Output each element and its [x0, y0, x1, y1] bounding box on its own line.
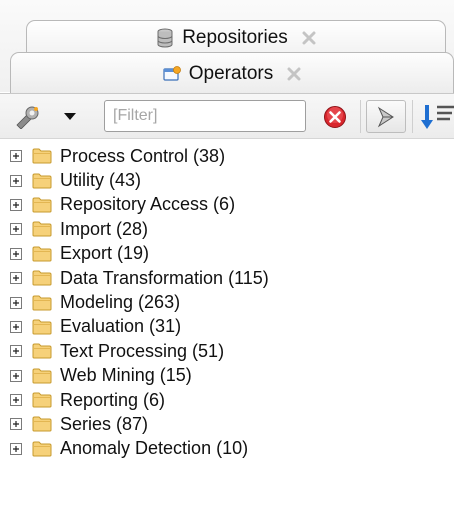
folder-icon: [32, 221, 52, 237]
folder-icon: [32, 319, 52, 335]
tree-row[interactable]: Repository Access (6): [0, 193, 454, 217]
expand-toggle-icon[interactable]: [10, 442, 22, 455]
expand-toggle-icon[interactable]: [10, 418, 22, 431]
folder-icon: [32, 416, 52, 432]
tree-row-label: Repository Access (6): [60, 194, 236, 215]
tree-row[interactable]: Anomaly Detection (10): [0, 437, 454, 461]
folder-icon: [32, 246, 52, 262]
expand-toggle-icon[interactable]: [10, 345, 22, 358]
expand-toggle-icon[interactable]: [10, 320, 22, 333]
expand-toggle-icon[interactable]: [10, 198, 22, 211]
tree-row-label: Series (87): [60, 413, 149, 434]
tree-row-label: Text Processing (51): [60, 340, 225, 361]
expand-toggle-icon[interactable]: [10, 247, 22, 260]
tree-row-label: Reporting (6): [60, 389, 166, 410]
folder-icon: [32, 270, 52, 286]
expand-toggle-icon[interactable]: [10, 174, 22, 187]
tree-row[interactable]: Series (87): [0, 412, 454, 436]
tree-row[interactable]: Evaluation (31): [0, 315, 454, 339]
tree-row[interactable]: Web Mining (15): [0, 364, 454, 388]
operator-tree: Process Control (38) Utility (43) Reposi…: [0, 144, 454, 461]
toolbar-separator: [412, 100, 413, 133]
folder-icon: [32, 392, 52, 408]
tree-row-label: Process Control (38): [60, 145, 226, 166]
folder-icon: [32, 295, 52, 311]
tree-row[interactable]: Reporting (6): [0, 388, 454, 412]
folder-icon: [32, 148, 52, 164]
tree-row[interactable]: Import (28): [0, 217, 454, 241]
sort-icon[interactable]: [420, 103, 454, 131]
expand-toggle-icon[interactable]: [10, 150, 22, 163]
operators-panel: Repositories Operators [Filter] Process …: [0, 0, 454, 522]
folder-icon: [32, 197, 52, 213]
operators-icon: [163, 65, 181, 82]
tree-expand-icon: [374, 105, 398, 129]
tree-row-label: Modeling (263): [60, 292, 181, 313]
tree-row-label: Export (19): [60, 243, 150, 264]
tree-row[interactable]: Data Transformation (115): [0, 266, 454, 290]
tree-row[interactable]: Modeling (263): [0, 290, 454, 314]
expand-toggle-icon[interactable]: [10, 223, 22, 236]
expand-toggle-icon[interactable]: [10, 296, 22, 309]
toolbar-separator: [360, 100, 361, 133]
tree-row-label: Evaluation (31): [60, 316, 182, 337]
close-icon[interactable]: [287, 67, 301, 81]
tree-row-label: Data Transformation (115): [60, 267, 269, 288]
tree-row-label: Utility (43): [60, 170, 142, 191]
tree-row[interactable]: Export (19): [0, 242, 454, 266]
expand-toggle-icon[interactable]: [10, 394, 22, 407]
clear-filter-icon[interactable]: [322, 104, 348, 130]
operators-toolbar: [0, 93, 454, 139]
expand-toggle-icon[interactable]: [10, 272, 22, 285]
tree-row[interactable]: Process Control (38): [0, 144, 454, 168]
operator-action-icon[interactable]: [14, 104, 42, 130]
folder-icon: [32, 441, 52, 457]
tab-repositories-label: Repositories: [182, 26, 288, 48]
folder-icon: [32, 173, 52, 189]
tree-row-label: Web Mining (15): [60, 365, 192, 386]
expand-toggle-icon[interactable]: [10, 369, 22, 382]
folder-icon: [32, 368, 52, 384]
database-icon: [156, 28, 174, 48]
folder-icon: [32, 343, 52, 359]
tree-row[interactable]: Text Processing (51): [0, 339, 454, 363]
tab-repositories[interactable]: Repositories: [26, 20, 446, 54]
filter-input[interactable]: [104, 100, 306, 132]
tree-row-label: Anomaly Detection (10): [60, 438, 249, 459]
tree-row[interactable]: Utility (43): [0, 168, 454, 192]
close-icon[interactable]: [302, 31, 316, 45]
tree-row-label: Import (28): [60, 218, 149, 239]
dropdown-arrow-icon[interactable]: [63, 111, 77, 123]
tab-operators-label: Operators: [188, 62, 274, 84]
tab-operators[interactable]: Operators: [10, 52, 454, 94]
expand-tree-button[interactable]: [366, 100, 406, 133]
